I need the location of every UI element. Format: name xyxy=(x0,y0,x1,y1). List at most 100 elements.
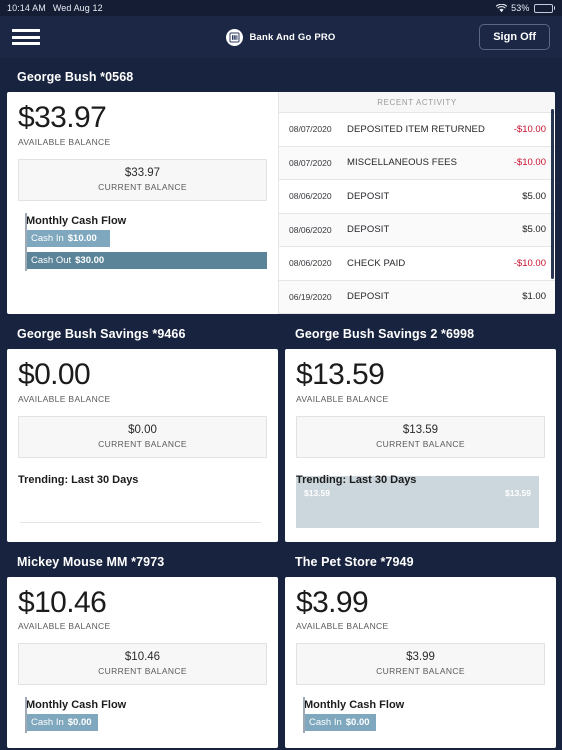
current-balance-label: CURRENT BALANCE xyxy=(98,666,187,676)
cash-in-value: $0.00 xyxy=(67,717,92,728)
account-row-2: George Bush Savings *9466 $0.00 AVAILABL… xyxy=(7,323,556,542)
table-row[interactable]: 08/06/2020 DEPOSIT $5.00 xyxy=(279,213,555,247)
ios-status-bar: 10:14 AM Wed Aug 12 53% xyxy=(0,0,562,16)
available-balance-amount: $0.00 xyxy=(18,358,91,391)
cash-out-label: Cash Out xyxy=(31,254,72,266)
cash-flow-chart: Monthly Cash Flow Cash In $0.00 xyxy=(296,697,545,733)
account-card-pet-store[interactable]: The Pet Store *7949 $3.99 AVAILABLE BALA… xyxy=(285,551,556,749)
current-balance-label: CURRENT BALANCE xyxy=(98,438,187,449)
transaction-amount: $5.00 xyxy=(522,224,546,236)
current-balance-box: $33.97 CURRENT BALANCE xyxy=(18,158,267,201)
cash-in-label: Cash In xyxy=(309,717,342,728)
battery-percent: 53% xyxy=(511,3,530,13)
cash-in-label: Cash In xyxy=(31,232,64,244)
app-navbar: Bank And Go PRO Sign Off xyxy=(0,16,562,58)
available-balance-amount: $33.97 xyxy=(18,101,107,134)
recent-activity-header: RECENT ACTIVITY xyxy=(279,92,555,113)
hamburger-menu-icon[interactable] xyxy=(12,29,40,45)
transaction-description: DEPOSITED ITEM RETURNED xyxy=(347,123,485,135)
account-title: George Bush Savings *9466 xyxy=(17,327,186,341)
cash-in-value: $0.00 xyxy=(345,717,370,728)
brand: Bank And Go PRO xyxy=(0,28,562,46)
account-summary-pane: $13.59 AVAILABLE BALANCE $13.59 CURRENT … xyxy=(285,349,556,542)
table-row[interactable]: 08/07/2020 MISCELLANEOUS FEES -$10.00 xyxy=(279,146,555,180)
transaction-date: 08/06/2020 xyxy=(289,191,332,202)
trending-title: Trending: Last 30 Days xyxy=(296,473,417,486)
transaction-date: 08/07/2020 xyxy=(289,124,332,135)
cash-flow-chart: Monthly Cash Flow Cash In $10.00 Cash Ou… xyxy=(18,212,267,271)
transaction-description: CHECK PAID xyxy=(347,257,406,269)
account-card-checking[interactable]: George Bush *0568 $33.97 AVAILABLE BALAN… xyxy=(7,66,555,314)
account-card-money-market[interactable]: Mickey Mouse MM *7973 $10.46 AVAILABLE B… xyxy=(7,551,278,749)
available-balance-label: AVAILABLE BALANCE xyxy=(18,621,111,631)
recent-activity-list: 08/07/2020 DEPOSITED ITEM RETURNED -$10.… xyxy=(279,113,555,314)
cash-in-bar: Cash In $10.00 xyxy=(26,229,111,247)
account-summary-pane: $0.00 AVAILABLE BALANCE $0.00 CURRENT BA… xyxy=(7,349,278,542)
transaction-amount: -$10.00 xyxy=(513,157,546,169)
trending-value-start: $13.59 xyxy=(304,487,330,498)
current-balance-box: $0.00 CURRENT BALANCE xyxy=(18,415,267,458)
account-title: George Bush Savings 2 *6998 xyxy=(295,327,475,341)
trending-chart: Trending: Last 30 Days xyxy=(18,474,267,530)
transaction-amount: $1.00 xyxy=(522,291,546,303)
cash-flow-title: Monthly Cash Flow xyxy=(304,699,405,711)
transaction-date: 08/06/2020 xyxy=(289,258,332,269)
status-time: 10:14 AM xyxy=(7,3,46,13)
account-row-1: George Bush *0568 $33.97 AVAILABLE BALAN… xyxy=(7,66,555,314)
battery-icon xyxy=(533,3,555,13)
account-row-3: Mickey Mouse MM *7973 $10.46 AVAILABLE B… xyxy=(7,551,556,749)
transaction-amount: $5.00 xyxy=(522,190,546,202)
cash-flow-chart: Monthly Cash Flow Cash In $0.00 xyxy=(18,697,267,733)
available-balance-label: AVAILABLE BALANCE xyxy=(18,393,111,404)
recent-activity-panel[interactable]: RECENT ACTIVITY 08/07/2020 DEPOSITED ITE… xyxy=(278,92,555,314)
cash-out-bar: Cash Out $30.00 xyxy=(26,251,267,269)
activity-scrollbar[interactable] xyxy=(551,109,554,279)
account-summary-pane: $10.46 AVAILABLE BALANCE $10.46 CURRENT … xyxy=(7,577,278,749)
available-balance-amount: $10.46 xyxy=(18,585,107,619)
current-balance-amount: $3.99 xyxy=(406,651,435,663)
available-balance-label: AVAILABLE BALANCE xyxy=(18,136,111,147)
transaction-amount: -$10.00 xyxy=(513,123,546,135)
brand-name: Bank And Go PRO xyxy=(249,31,336,43)
cash-in-label: Cash In xyxy=(31,717,64,728)
cash-flow-title: Monthly Cash Flow xyxy=(26,214,127,227)
trending-baseline xyxy=(20,521,261,523)
transaction-amount: -$10.00 xyxy=(513,257,546,269)
account-summary-pane: $33.97 AVAILABLE BALANCE $33.97 CURRENT … xyxy=(7,92,278,314)
table-row[interactable]: 08/06/2020 CHECK PAID -$10.00 xyxy=(279,247,555,281)
current-balance-label: CURRENT BALANCE xyxy=(98,181,187,192)
sign-off-button[interactable]: Sign Off xyxy=(479,24,550,50)
table-row[interactable]: 06/19/2020 DEPOSIT $1.00 xyxy=(279,280,555,314)
account-title: The Pet Store *7949 xyxy=(295,554,414,569)
transaction-date: 08/06/2020 xyxy=(289,224,332,235)
account-card-savings-2[interactable]: George Bush Savings 2 *6998 $13.59 AVAIL… xyxy=(285,323,556,542)
cash-in-bar: Cash In $0.00 xyxy=(304,714,377,731)
transaction-date: 08/07/2020 xyxy=(289,157,332,168)
available-balance-amount: $13.59 xyxy=(296,358,385,391)
cash-flow-title: Monthly Cash Flow xyxy=(26,699,127,711)
current-balance-amount: $0.00 xyxy=(128,423,157,436)
wifi-icon xyxy=(496,3,508,13)
current-balance-box: $10.46 CURRENT BALANCE xyxy=(18,643,267,685)
account-summary-pane: $3.99 AVAILABLE BALANCE $3.99 CURRENT BA… xyxy=(285,577,556,749)
current-balance-label: CURRENT BALANCE xyxy=(376,438,465,449)
table-row[interactable]: 08/07/2020 DEPOSITED ITEM RETURNED -$10.… xyxy=(279,113,555,147)
account-title: Mickey Mouse MM *7973 xyxy=(17,554,165,569)
current-balance-amount: $10.46 xyxy=(124,651,161,663)
current-balance-box: $13.59 CURRENT BALANCE xyxy=(296,415,545,458)
transaction-description: MISCELLANEOUS FEES xyxy=(347,157,458,169)
table-row[interactable]: 08/06/2020 DEPOSIT $5.00 xyxy=(279,180,555,214)
trending-chart: $13.59 $13.59 Trending: Last 30 Days xyxy=(296,474,545,530)
current-balance-label: CURRENT BALANCE xyxy=(376,666,465,676)
current-balance-amount: $13.59 xyxy=(402,423,439,436)
accounts-grid: George Bush *0568 $33.97 AVAILABLE BALAN… xyxy=(0,58,562,748)
available-balance-label: AVAILABLE BALANCE xyxy=(296,393,389,404)
transaction-description: DEPOSIT xyxy=(347,224,390,236)
app-screen: 10:14 AM Wed Aug 12 53% Bank And Go PRO … xyxy=(0,0,562,750)
status-date: Wed Aug 12 xyxy=(52,3,103,13)
account-card-savings-1[interactable]: George Bush Savings *9466 $0.00 AVAILABL… xyxy=(7,323,278,542)
current-balance-box: $3.99 CURRENT BALANCE xyxy=(296,643,545,685)
account-title: George Bush *0568 xyxy=(17,70,134,84)
transaction-description: DEPOSIT xyxy=(347,291,390,303)
cash-out-value: $30.00 xyxy=(75,254,105,266)
